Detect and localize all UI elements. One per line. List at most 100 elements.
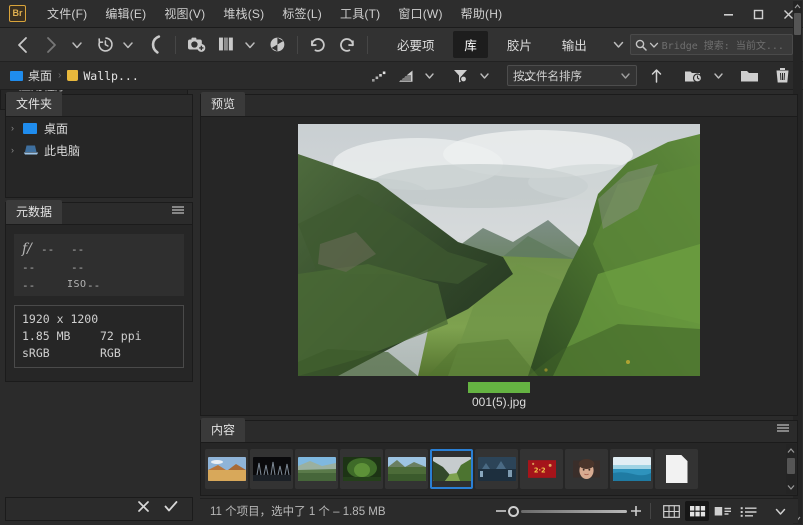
preview-stage: 001(5).jpg (201, 117, 797, 415)
menu-file[interactable]: 文件(F) (38, 2, 96, 25)
tab-preview[interactable]: 预览 (201, 92, 246, 116)
menu-stacks[interactable]: 堆栈(S) (214, 2, 273, 25)
bridge-window: Br 文件(F) 编辑(E) 视图(V) 堆栈(S) 标签(L) 工具(T) 窗… (0, 0, 803, 525)
filter-funnel-chevron-down-icon[interactable] (473, 63, 495, 89)
tab-content[interactable]: 内容 (201, 418, 246, 442)
exif-row3-left: -- (22, 279, 36, 292)
desktop-icon (23, 122, 37, 134)
scroll-down-icon (787, 485, 795, 490)
forward-button[interactable] (40, 32, 62, 58)
desktop-folder-icon (10, 70, 23, 81)
menu-tools[interactable]: 工具(T) (331, 2, 389, 25)
breadcrumb-item-wallpapers[interactable]: Wallp... (67, 69, 139, 83)
new-folder-chevron-down-icon[interactable] (707, 63, 729, 89)
list-item-thumb-4[interactable] (340, 449, 383, 489)
aperture-value: -- (41, 243, 55, 256)
content-panel-header: 内容 (201, 418, 797, 443)
folders-panel-header: 文件夹 (6, 92, 192, 117)
sort-order-select[interactable]: 按文件名排序 ↔ (507, 65, 637, 86)
tab-metadata[interactable]: 元数据 (6, 200, 63, 224)
slider-track[interactable] (521, 509, 627, 513)
path-bar: 桌面 › Wallp... 按文件名排序 ↔ (0, 62, 803, 90)
main-toolbar: 必要项 库 胶片 输出 Bridge 搜索: 当前文... (0, 28, 803, 62)
recent-history-chevron-down-icon[interactable] (117, 32, 139, 58)
list-item-thumb-9[interactable] (565, 449, 608, 489)
folder-icon (67, 70, 79, 81)
breadcrumb-item-desktop[interactable]: 桌面 (10, 67, 52, 84)
image-info-card: 1920 x 1200 1.85 MB 72 ppi sRGB RGB (14, 305, 184, 368)
list-item-thumb-6[interactable] (430, 449, 473, 489)
menu-view[interactable]: 视图(V) (155, 2, 214, 25)
grid-view-button[interactable] (659, 501, 683, 521)
search-box[interactable]: Bridge 搜索: 当前文... (629, 34, 793, 55)
workspace-tab-libraries[interactable]: 库 (453, 31, 488, 58)
trash-icon[interactable] (771, 63, 793, 89)
thumbnail-view-button[interactable] (685, 501, 709, 521)
twisty-icon[interactable]: › (11, 123, 23, 133)
search-input[interactable]: Bridge 搜索: 当前文... (662, 37, 784, 52)
filter-rating-menu-icon[interactable] (395, 63, 418, 89)
rotate-clockwise-icon[interactable] (335, 32, 359, 58)
sort-direction-arrow-up-icon[interactable] (645, 63, 667, 89)
color-label-bar (468, 381, 530, 393)
list-item-thumb-3[interactable] (295, 449, 338, 489)
list-item-thumb-5[interactable] (385, 449, 428, 489)
panel-menu-icon[interactable] (776, 420, 790, 438)
scrollbar-thumb[interactable] (787, 458, 795, 474)
list-item-thumb-11[interactable] (655, 449, 698, 489)
list-view-button[interactable] (737, 501, 761, 521)
thumbnail-size-slider[interactable] (494, 505, 643, 517)
reveal-parent-folder-icon[interactable] (144, 32, 167, 58)
preview-image[interactable] (298, 123, 700, 376)
details-view-button[interactable] (711, 501, 735, 521)
navigation-history-chevron-down-icon[interactable] (66, 32, 88, 58)
computer-icon (23, 144, 39, 156)
minus-icon[interactable] (494, 506, 508, 516)
list-item-thumb-1[interactable] (205, 449, 248, 489)
rotate-counterclockwise-icon[interactable] (306, 32, 330, 58)
content-scrollbar[interactable] (786, 444, 796, 494)
workspace-tab-essentials[interactable]: 必要项 (386, 31, 446, 58)
refine-chevron-down-icon[interactable] (239, 32, 261, 58)
workspace-tab-filmstrip[interactable]: 胶片 (496, 31, 543, 58)
minimize-button[interactable] (713, 0, 743, 28)
image-colormode: RGB (100, 346, 121, 360)
maximize-button[interactable] (743, 0, 773, 28)
get-photos-from-camera-icon[interactable] (184, 32, 210, 58)
workspace-tab-output[interactable]: 输出 (551, 31, 598, 58)
apply-check-icon[interactable] (164, 500, 178, 518)
refine-icon[interactable] (215, 32, 239, 58)
filter-funnel-icon[interactable] (449, 63, 473, 89)
folder-tree-item-this-pc[interactable]: › 此电脑 (6, 139, 192, 161)
breadcrumb-label-desktop: 桌面 (28, 69, 53, 83)
twisty-icon[interactable]: › (11, 145, 23, 155)
list-item-thumb-7[interactable] (475, 449, 518, 489)
aperture-symbol: f/ (22, 241, 32, 257)
cancel-x-icon[interactable] (137, 500, 150, 518)
slider-knob[interactable] (508, 505, 519, 517)
scroll-up-icon (787, 448, 795, 453)
menu-help[interactable]: 帮助(H) (452, 2, 512, 25)
search-scope-chevron-down-icon (649, 42, 658, 48)
filter-rating-icon[interactable] (368, 63, 391, 89)
workspace-more-chevron-down-icon[interactable] (608, 32, 630, 58)
list-item-thumb-2[interactable] (250, 449, 293, 489)
list-item-thumb-10[interactable] (610, 449, 653, 489)
folder-open-icon[interactable] (737, 63, 763, 89)
open-in-camera-raw-icon[interactable] (266, 32, 289, 58)
menu-edit[interactable]: 编辑(E) (96, 2, 155, 25)
menu-label[interactable]: 标签(L) (273, 2, 331, 25)
back-button[interactable] (12, 32, 34, 58)
breadcrumb-separator: › (58, 70, 62, 81)
view-more-chevron-down-icon[interactable] (768, 501, 792, 521)
list-item-thumb-8[interactable]: 2·2 (520, 449, 563, 489)
plus-icon[interactable] (629, 505, 643, 517)
recent-history-clock-icon[interactable] (94, 32, 117, 58)
panel-menu-icon[interactable] (171, 202, 185, 220)
metadata-edit-footer (5, 497, 193, 521)
new-folder-icon[interactable] (681, 63, 707, 89)
menu-window[interactable]: 窗口(W) (389, 2, 451, 25)
filter-rating-chevron-down-icon[interactable] (418, 63, 440, 89)
tab-folders[interactable]: 文件夹 (6, 92, 63, 116)
folder-tree-item-desktop[interactable]: › 桌面 (6, 117, 192, 139)
